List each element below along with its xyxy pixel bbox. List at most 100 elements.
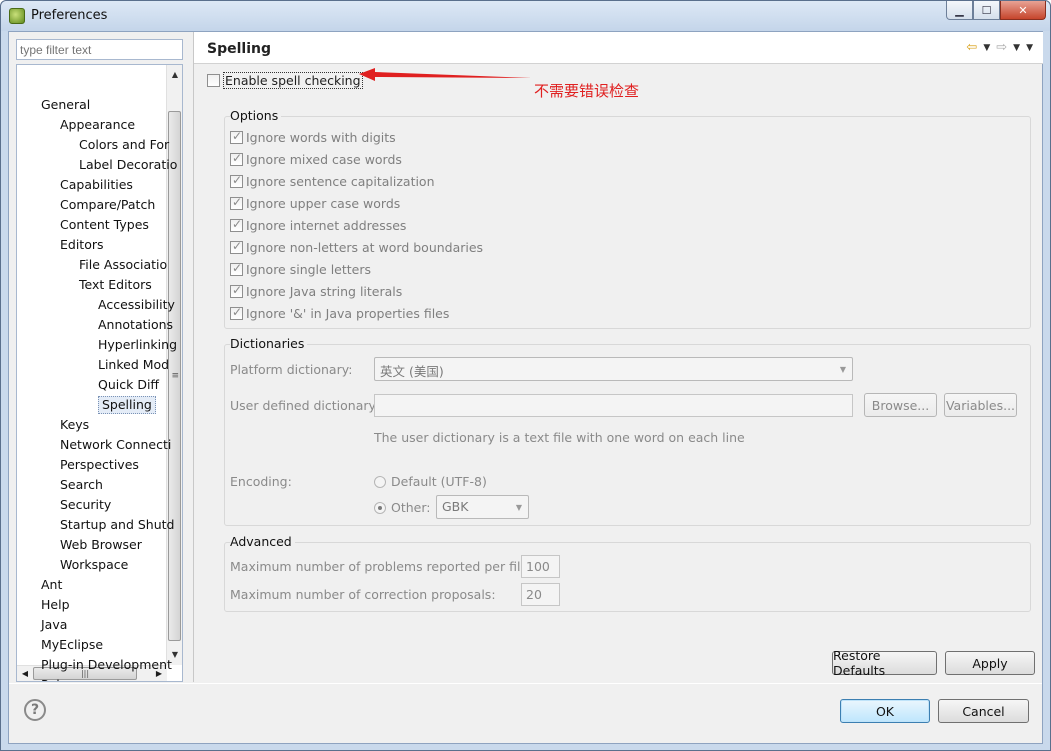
option-row[interactable]: Ignore single letters (230, 261, 371, 277)
option-checkbox[interactable] (230, 239, 243, 254)
option-checkbox[interactable] (230, 151, 243, 166)
tree-item[interactable]: File Associatio (79, 256, 167, 274)
chevron-down-icon: ▼ (839, 365, 846, 374)
tree-item[interactable]: Content Types (60, 216, 149, 234)
tree-item[interactable]: Keys (60, 416, 89, 434)
option-label: Ignore upper case words (246, 196, 401, 211)
variables-button[interactable]: Variables... (944, 393, 1017, 417)
tree-item[interactable]: Help (41, 596, 70, 614)
scroll-up-arrow-icon[interactable]: ▲ (167, 67, 182, 83)
platform-dictionary-label: Platform dictionary: (230, 362, 353, 377)
forward-arrow-icon[interactable]: ⇨ (996, 40, 1007, 56)
max-problems-input[interactable]: 100 (521, 555, 560, 578)
option-label: Ignore internet addresses (246, 218, 407, 233)
dialog-client: ▲ ▼ ◀ ||| ▶ GeneralAppearanceColors and … (8, 31, 1043, 744)
apply-button[interactable]: Apply (945, 651, 1035, 675)
option-row[interactable]: Ignore words with digits (230, 129, 396, 145)
back-dropdown-icon[interactable]: ▼ (983, 40, 990, 56)
tree-item[interactable]: Hyperlinking (98, 336, 177, 354)
option-label: Ignore sentence capitalization (246, 174, 435, 189)
encoding-other-radio[interactable] (374, 501, 386, 514)
tree-item[interactable]: General (41, 96, 90, 114)
restore-defaults-button[interactable]: Restore Defaults (832, 648, 937, 678)
tree-item[interactable]: Pulse (41, 676, 74, 681)
tree-item[interactable]: Label Decoratio (79, 156, 177, 174)
advanced-group-title: Advanced (230, 534, 295, 549)
help-icon[interactable]: ? (24, 699, 46, 721)
encoding-default-option[interactable]: Default (UTF-8) (374, 474, 487, 489)
option-label: Ignore Java string literals (246, 284, 403, 299)
encoding-other-value: GBK (442, 499, 469, 514)
tree-item[interactable]: Perspectives (60, 456, 139, 474)
encoding-default-radio[interactable] (374, 475, 386, 488)
enable-spell-checking-row[interactable]: Enable spell checking (207, 72, 363, 89)
option-label: Ignore non-letters at word boundaries (246, 240, 484, 255)
encoding-label: Encoding: (230, 474, 292, 489)
cancel-button[interactable]: Cancel (938, 699, 1029, 723)
tree-item[interactable]: Ant (41, 576, 62, 594)
scroll-left-arrow-icon[interactable]: ◀ (17, 666, 33, 681)
tree-item[interactable]: Text Editors (79, 276, 152, 294)
option-row[interactable]: Ignore internet addresses (230, 217, 407, 233)
footer-separator (9, 683, 1042, 684)
option-checkbox[interactable] (230, 195, 243, 210)
tree-item[interactable]: Linked Mod (98, 356, 169, 374)
tree-item[interactable]: Annotations (98, 316, 173, 334)
window-controls: ▁ ☐ ✕ (946, 1, 1046, 21)
max-proposals-input[interactable]: 20 (521, 583, 560, 606)
enable-spell-checking-checkbox[interactable] (207, 74, 220, 87)
tree-item[interactable]: Security (60, 496, 111, 514)
tree-item[interactable]: Accessibility (98, 296, 175, 314)
option-checkbox[interactable] (230, 217, 243, 232)
ok-button[interactable]: OK (840, 699, 930, 723)
max-problems-label: Maximum number of problems reported per … (230, 559, 533, 574)
user-dictionary-input[interactable] (374, 394, 853, 417)
annotation-text: 不需要错误检查 (534, 82, 640, 100)
tree-item[interactable]: Capabilities (60, 176, 133, 194)
tree-item[interactable]: Spelling (98, 396, 156, 414)
forward-dropdown-icon[interactable]: ▼ (1013, 40, 1020, 56)
tree-item[interactable]: Web Browser (60, 536, 142, 554)
window-title: Preferences (31, 8, 108, 23)
option-row[interactable]: Ignore sentence capitalization (230, 173, 435, 189)
option-row[interactable]: Ignore upper case words (230, 195, 401, 211)
enable-spell-checking-label[interactable]: Enable spell checking (223, 72, 363, 89)
close-button[interactable]: ✕ (1000, 1, 1046, 20)
encoding-other-select[interactable]: GBK ▼ (436, 495, 529, 519)
tree-item[interactable]: Network Connecti (60, 436, 171, 454)
option-checkbox[interactable] (230, 129, 243, 144)
platform-dictionary-select[interactable]: 英文 (美国) ▼ (374, 357, 853, 381)
option-row[interactable]: Ignore Java string literals (230, 283, 403, 299)
scroll-grip-icon: ≡ (171, 371, 179, 381)
option-checkbox[interactable] (230, 261, 243, 276)
page-title: Spelling (207, 41, 271, 57)
tree-item[interactable]: MyEclipse (41, 636, 103, 654)
encoding-other-option[interactable]: Other: (374, 500, 430, 515)
maximize-button[interactable]: ☐ (973, 1, 1000, 20)
option-row[interactable]: Ignore mixed case words (230, 151, 402, 167)
page-header: Spelling ⇦ ▼ ⇨ ▼ ▼ (194, 32, 1043, 64)
tree-item[interactable]: Java (41, 616, 67, 634)
user-dictionary-hint: The user dictionary is a text file with … (374, 430, 745, 445)
chevron-down-icon: ▼ (515, 503, 522, 512)
option-checkbox[interactable] (230, 173, 243, 188)
view-menu-icon[interactable]: ▼ (1026, 40, 1033, 56)
filter-input[interactable] (16, 39, 183, 60)
tree-item[interactable]: Quick Diff (98, 376, 159, 394)
option-row[interactable]: Ignore '&' in Java properties files (230, 305, 449, 321)
tree-item[interactable]: Search (60, 476, 103, 494)
option-checkbox[interactable] (230, 305, 243, 320)
back-arrow-icon[interactable]: ⇦ (966, 40, 977, 56)
tree-item[interactable]: Startup and Shutd (60, 516, 174, 534)
browse-button[interactable]: Browse... (864, 393, 937, 417)
option-row[interactable]: Ignore non-letters at word boundaries (230, 239, 484, 255)
tree-item[interactable]: Colors and For (79, 136, 169, 154)
tree-item[interactable]: Editors (60, 236, 104, 254)
page-nav: ⇦ ▼ ⇨ ▼ ▼ (966, 40, 1033, 56)
tree-item[interactable]: Appearance (60, 116, 135, 134)
minimize-button[interactable]: ▁ (946, 1, 973, 20)
tree-item[interactable]: Compare/Patch (60, 196, 155, 214)
option-checkbox[interactable] (230, 283, 243, 298)
tree-item[interactable]: Plug-in Development (41, 656, 172, 674)
tree-item[interactable]: Workspace (60, 556, 128, 574)
